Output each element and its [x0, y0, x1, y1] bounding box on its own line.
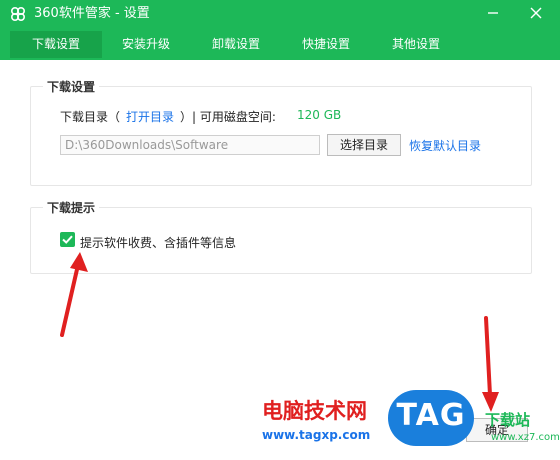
annotation-arrows [60, 252, 499, 412]
watermark-logo-text: TAG [396, 398, 466, 433]
watermark-side-url: www.xz7.com [491, 432, 560, 443]
arrow-to-checkbox [60, 252, 88, 337]
watermark-tag-logo: TAG [388, 390, 474, 446]
arrow-to-confirm [482, 316, 499, 412]
watermark-site-url: www.tagxp.com [262, 428, 371, 442]
watermark-side-text: 下载站 [485, 411, 531, 429]
watermark-site-name: 电脑技术网 [262, 399, 367, 423]
